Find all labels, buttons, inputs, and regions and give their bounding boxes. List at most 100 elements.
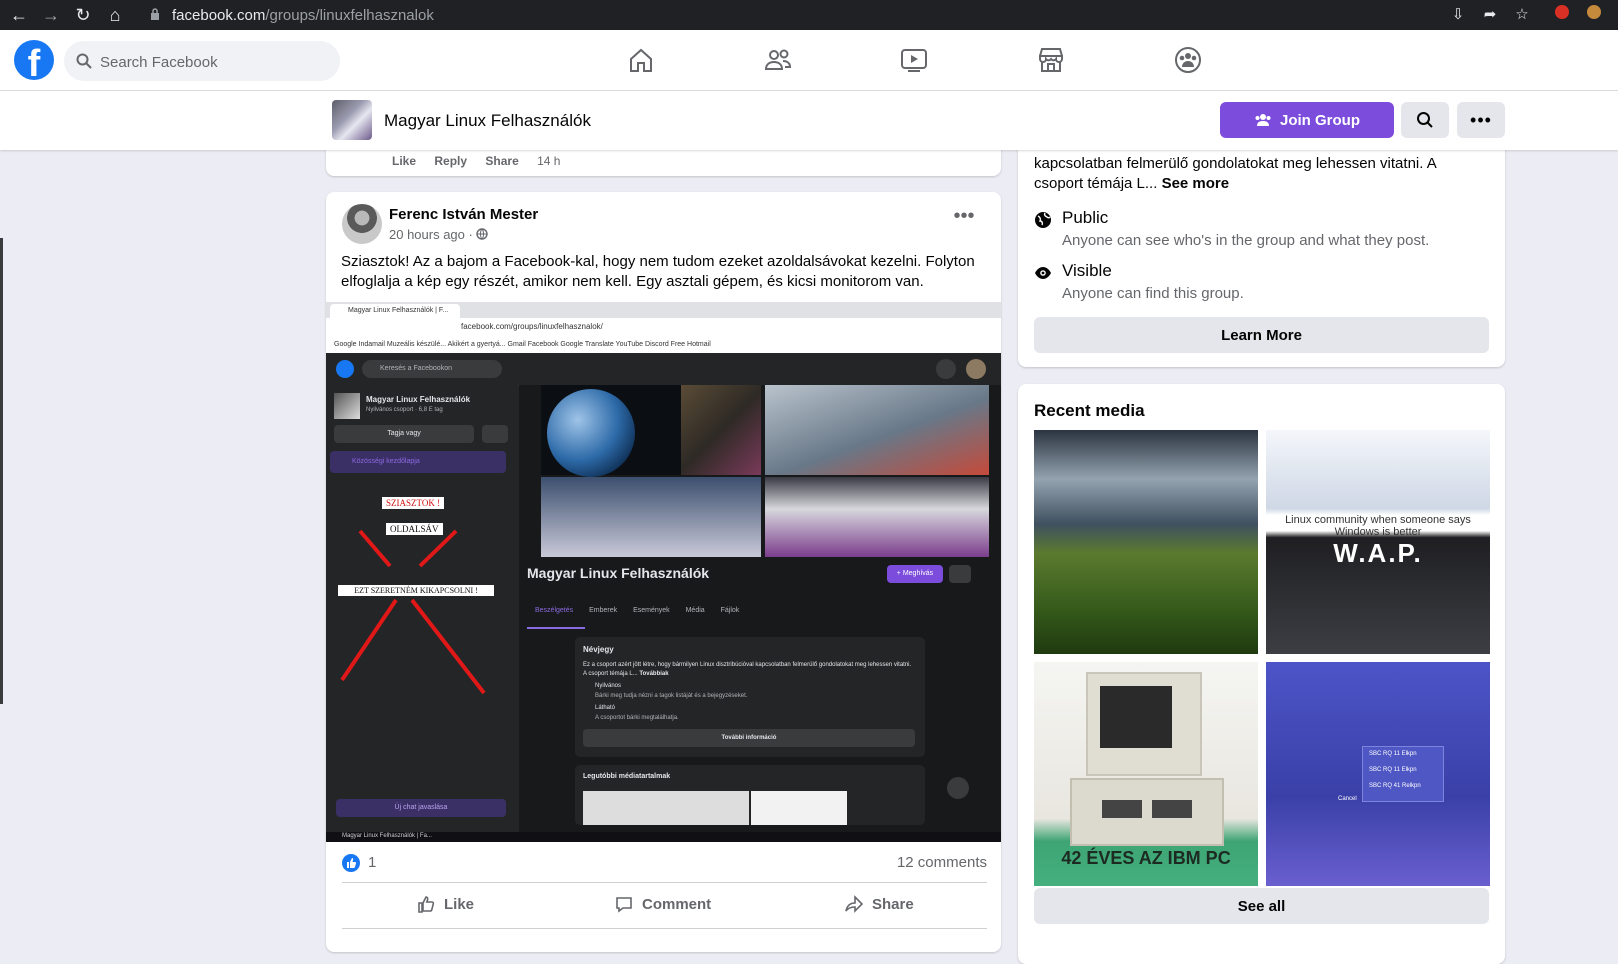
post-options-icon[interactable]: ••• [948,206,980,232]
reaction-count[interactable]: 1 [368,854,376,871]
browser-toolbar: ← → ↻ ⌂ facebook.com/groups/linuxfelhasz… [0,0,1618,30]
globe-icon [1035,212,1051,228]
tile2-caption: Linux community when someone says Window… [1285,514,1471,538]
eye-icon [1035,267,1051,279]
star-icon[interactable]: ☆ [1512,5,1532,25]
comment-count[interactable]: 12 comments [897,854,987,871]
image-about-more: Továbbiak [639,671,669,677]
home-icon[interactable]: ⌂ [104,4,126,26]
forward-icon[interactable]: → [40,4,62,26]
group-cover-thumbnail[interactable] [332,100,372,140]
image-tab-2: Események [633,607,670,614]
author-avatar[interactable] [342,204,382,244]
share-arrow-icon [845,895,864,913]
image-browser-tabs: Magyar Linux Felhasználók | F... [326,302,1001,318]
image-new-chat: Új chat javaslása [336,799,506,817]
comment-reply-link[interactable]: Reply [434,154,467,168]
post-image[interactable]: Magyar Linux Felhasználók | F... faceboo… [326,302,1001,842]
image-tile-desktop1 [541,477,761,557]
tile3-monitor [1086,672,1202,776]
image-compose-icon [947,777,969,799]
thumbs-up-icon [347,858,357,868]
tile3-caption: 42 ÉVES AZ IBM PC [1061,848,1231,868]
media-tile-3[interactable]: 42 ÉVES AZ IBM PC [1034,662,1258,886]
comment-time[interactable]: 14 h [537,154,560,168]
image-tile-game [681,385,761,475]
tile4-menu: SBC RQ 11 Elkpn SBC RQ 11 Elkpn SBC RQ 4… [1362,746,1444,802]
see-all-button[interactable]: See all [1034,888,1489,924]
comment-button[interactable]: Comment [614,886,711,922]
friends-tab-icon[interactable] [762,44,794,76]
see-more-link[interactable]: See more [1162,175,1230,192]
image-about-card: Névjegy Ez a csoport azért jött létre, h… [575,637,925,757]
image-public-sub: Bárki meg tudja nézni a tagok listáját é… [595,693,748,699]
home-tab-icon[interactable] [625,44,657,76]
share-icon[interactable]: ➦ [1480,5,1500,25]
watch-tab-icon[interactable] [898,44,930,76]
image-taskbar-text: Magyar Linux Felhasználók | Fa... [342,833,432,839]
facebook-topbar: f [0,30,1618,91]
address-bar[interactable]: facebook.com/groups/linuxfelhasznalok [144,3,1444,27]
back-icon[interactable]: ← [8,4,30,26]
media-tile-2[interactable]: Linux community when someone says Window… [1266,430,1490,654]
marketplace-tab-icon[interactable] [1035,44,1067,76]
image-recent-tile2 [751,791,847,825]
visible-title: Visible [1062,261,1112,280]
share-label: Share [872,895,914,913]
profile-icon[interactable] [1584,5,1604,25]
image-media-grid [529,385,991,557]
about-card: kapcsolatban felmerülő gondolatokat meg … [1018,128,1505,367]
image-tile-earth [541,385,681,477]
join-group-button[interactable]: Join Group [1220,102,1394,138]
like-reaction-icon[interactable] [342,854,360,872]
search-input[interactable] [98,50,332,74]
image-url-text: facebook.com/groups/linuxfelhasznalok/ [461,322,603,331]
image-more-button [482,425,508,443]
share-button[interactable]: Share [844,886,914,922]
group-more-button[interactable]: ••• [1457,102,1505,138]
image-about-title: Névjegy [583,645,614,654]
learn-more-button[interactable]: Learn More [1034,317,1489,353]
facebook-logo-icon[interactable]: f [14,40,54,80]
image-url-bar: facebook.com/groups/linuxfelhasznalok/ [326,318,1001,338]
image-note-disable: EZT SZERETNÉM KIKAPCSOLNI ! [338,585,494,596]
about-description-text: kapcsolatban felmerülő gondolatokat meg … [1034,155,1436,192]
group-title[interactable]: Magyar Linux Felhasználók [384,111,591,131]
image-taskbar: Magyar Linux Felhasználók | Fa... [326,832,1001,842]
media-tile-1[interactable] [1034,430,1258,654]
image-fb-logo [336,360,354,378]
url-text: facebook.com/groups/linuxfelhasznalok [172,7,434,24]
search-box[interactable] [64,41,340,81]
comment-share-link[interactable]: Share [485,154,518,168]
public-description: Anyone can see who's in the group and wh… [1062,232,1430,249]
comment-like-link[interactable]: Like [392,154,416,168]
post-card: Ferenc István Mester 20 hours ago · ••• … [326,192,1001,952]
extension-icon[interactable] [1552,5,1572,25]
image-tab-1: Emberek [589,607,618,614]
image-tab-0: Beszélgetés [535,607,574,614]
about-description: kapcsolatban felmerülő gondolatokat meg … [1034,154,1489,194]
like-icon [418,896,435,913]
post-text: Sziasztok! Az a bajom a Facebook-kal, ho… [341,253,975,290]
globe-icon [476,228,489,240]
install-icon[interactable]: ⇩ [1448,5,1468,25]
like-button[interactable]: Like [416,886,474,922]
search-icon [76,53,92,69]
more-icon: ••• [1470,110,1492,130]
reload-icon[interactable]: ↻ [72,4,94,26]
media-tile-4[interactable]: SBC RQ 11 Elkpn SBC RQ 11 Elkpn SBC RQ 4… [1266,662,1490,886]
image-invite-button: + Meghívás [887,565,943,583]
recent-media-title: Recent media [1034,401,1145,420]
comment-actions: Like Reply Share 14 h [392,154,575,168]
tile4-item-0: SBC RQ 11 Elkpn [1369,751,1417,757]
recent-media-card: Recent media Linux community when someon… [1018,384,1505,964]
image-dropdown-button [949,565,971,583]
groups-tab-icon[interactable] [1172,44,1204,76]
tile3-case [1070,778,1224,846]
group-search-button[interactable] [1401,102,1449,138]
post-time-text[interactable]: 20 hours ago · [389,227,476,242]
post-author[interactable]: Ferenc István Mester [389,206,538,223]
image-tabs: Beszélgetés Emberek Események Média Fájl… [527,607,997,614]
lock-icon [151,8,159,20]
image-recent-title: Legutóbbi médiatartalmak [583,773,671,780]
